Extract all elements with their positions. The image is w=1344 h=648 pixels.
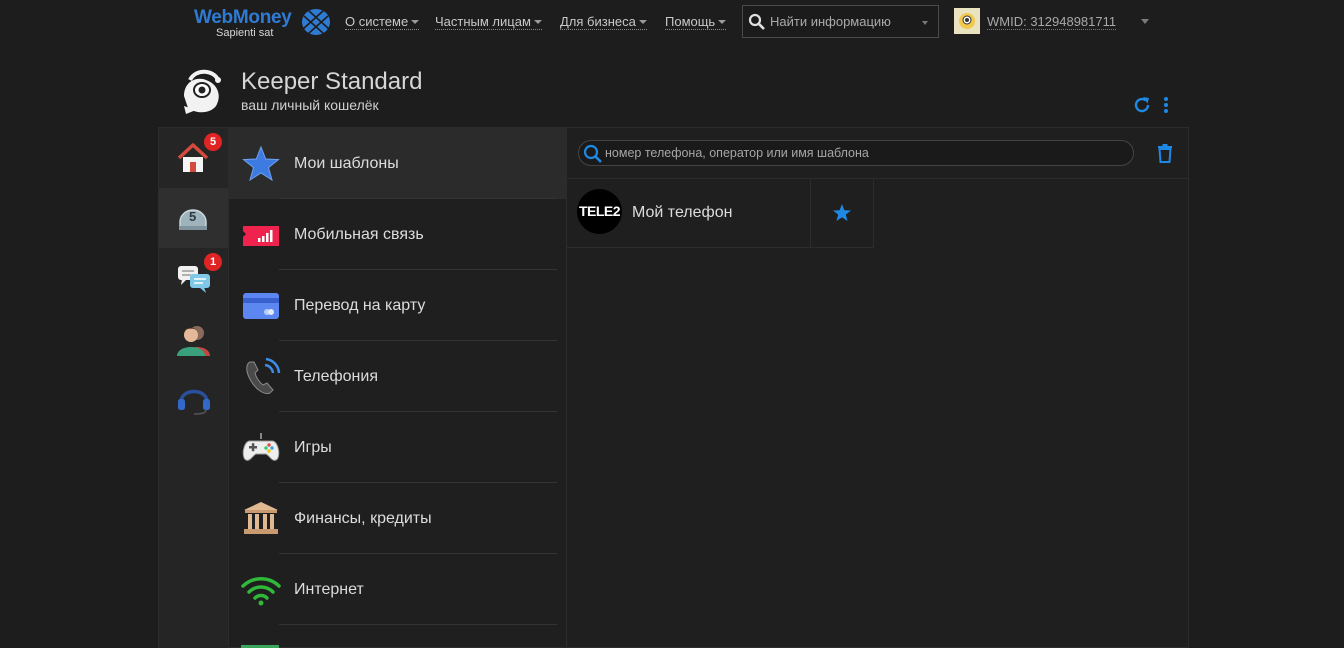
page-subtitle: ваш личный кошелёк xyxy=(241,97,379,113)
gamepad-icon xyxy=(242,433,280,461)
chevron-down-icon xyxy=(718,20,727,24)
nav-help[interactable]: Помощь xyxy=(665,14,727,30)
user-avatar[interactable] xyxy=(954,8,980,34)
side-rail: 5 5 1 xyxy=(159,128,229,648)
divider xyxy=(279,482,557,483)
category-label: Интернет xyxy=(294,581,364,598)
nav-about-label: О системе xyxy=(345,14,409,29)
refresh-icon[interactable] xyxy=(1132,95,1152,115)
chevron-down-icon xyxy=(533,20,542,24)
rail-bank[interactable]: 5 xyxy=(159,188,228,248)
wmid-label[interactable]: WMID: 312948981711 xyxy=(987,14,1117,30)
divider xyxy=(810,179,811,247)
divider xyxy=(279,340,557,341)
rail-home[interactable]: 5 xyxy=(159,128,228,188)
nav-help-label: Помощь xyxy=(665,14,716,29)
category-card-transfer[interactable]: Перевод на карту xyxy=(229,269,567,341)
category-internet[interactable]: Интернет xyxy=(229,553,567,625)
category-finance[interactable]: Финансы, кредиты xyxy=(229,482,567,554)
category-label: Мобильная связь xyxy=(294,226,424,243)
category-my-templates[interactable]: Мои шаблоны xyxy=(229,128,567,199)
category-list: Мои шаблоны Мобильная связь Перевод на к… xyxy=(229,128,567,648)
search-icon xyxy=(583,144,602,163)
phone-icon xyxy=(246,357,281,394)
webmoney-logo[interactable]: WebMoney Sapienti sat xyxy=(194,6,334,39)
category-mobile[interactable]: Мобильная связь xyxy=(229,198,567,270)
star-icon[interactable] xyxy=(832,203,852,223)
user-avatar-icon xyxy=(954,8,980,34)
site-search-box[interactable]: Найти информацию xyxy=(742,5,939,38)
headset-icon xyxy=(178,389,210,415)
star-icon xyxy=(242,145,280,182)
template-search[interactable] xyxy=(578,140,1134,166)
search-icon xyxy=(748,13,765,30)
nav-business[interactable]: Для бизнеса xyxy=(560,14,647,30)
divider xyxy=(279,269,557,270)
contacts-icon xyxy=(177,326,210,356)
wifi-icon xyxy=(241,577,281,606)
trash-icon[interactable] xyxy=(1157,143,1173,163)
bank-value: 5 xyxy=(189,209,197,224)
category-label: Мои шаблоны xyxy=(294,155,399,172)
divider xyxy=(279,624,557,625)
category-telephony[interactable]: Телефония xyxy=(229,340,567,412)
main-panel: 5 5 1 Мои шаблоны Мобильная связь Перево… xyxy=(158,127,1189,648)
template-name: Мой телефон xyxy=(632,204,733,221)
template-search-input[interactable] xyxy=(605,144,1125,162)
page-title: Keeper Standard xyxy=(241,68,423,95)
rail-support[interactable] xyxy=(159,368,228,428)
globe-logo-icon xyxy=(302,9,330,35)
nav-personal[interactable]: Частным лицам xyxy=(435,14,542,30)
keeper-logo-icon xyxy=(184,69,221,114)
template-card[interactable]: TELE2 Мой телефон xyxy=(567,179,874,248)
rail-contacts[interactable] xyxy=(159,308,228,368)
category-games[interactable]: Игры xyxy=(229,411,567,483)
nav-business-label: Для бизнеса xyxy=(560,14,636,29)
category-next[interactable] xyxy=(229,624,567,648)
top-navigation-bar: WebMoney Sapienti sat О системе Частным … xyxy=(0,0,1344,42)
category-label: Телефония xyxy=(294,368,378,385)
logo-subtitle: Sapienti sat xyxy=(216,27,274,39)
nav-personal-label: Частным лицам xyxy=(435,14,531,29)
messages-badge: 1 xyxy=(204,253,222,271)
category-label: Перевод на карту xyxy=(294,297,426,314)
bank-card-icon xyxy=(243,293,279,319)
nav-about[interactable]: О системе xyxy=(345,14,420,30)
rail-messages[interactable]: 1 xyxy=(159,248,228,308)
divider xyxy=(279,553,557,554)
chevron-down-icon xyxy=(638,20,647,24)
mobile-signal-icon xyxy=(243,226,279,246)
chevron-down-icon[interactable] xyxy=(1141,19,1149,24)
bank-building-icon xyxy=(244,502,278,534)
logo-title: WebMoney xyxy=(194,7,292,28)
operator-logo: TELE2 xyxy=(577,189,622,234)
chevron-down-icon xyxy=(411,20,420,24)
divider xyxy=(279,198,557,199)
divider xyxy=(279,411,557,412)
category-label: Финансы, кредиты xyxy=(294,510,432,527)
home-badge: 5 xyxy=(204,133,222,151)
category-label: Игры xyxy=(294,439,332,456)
templates-pane: TELE2 Мой телефон xyxy=(567,128,1188,648)
more-vertical-icon[interactable] xyxy=(1159,95,1173,115)
site-search-placeholder: Найти информацию xyxy=(770,14,891,29)
chevron-down-icon xyxy=(922,21,928,25)
